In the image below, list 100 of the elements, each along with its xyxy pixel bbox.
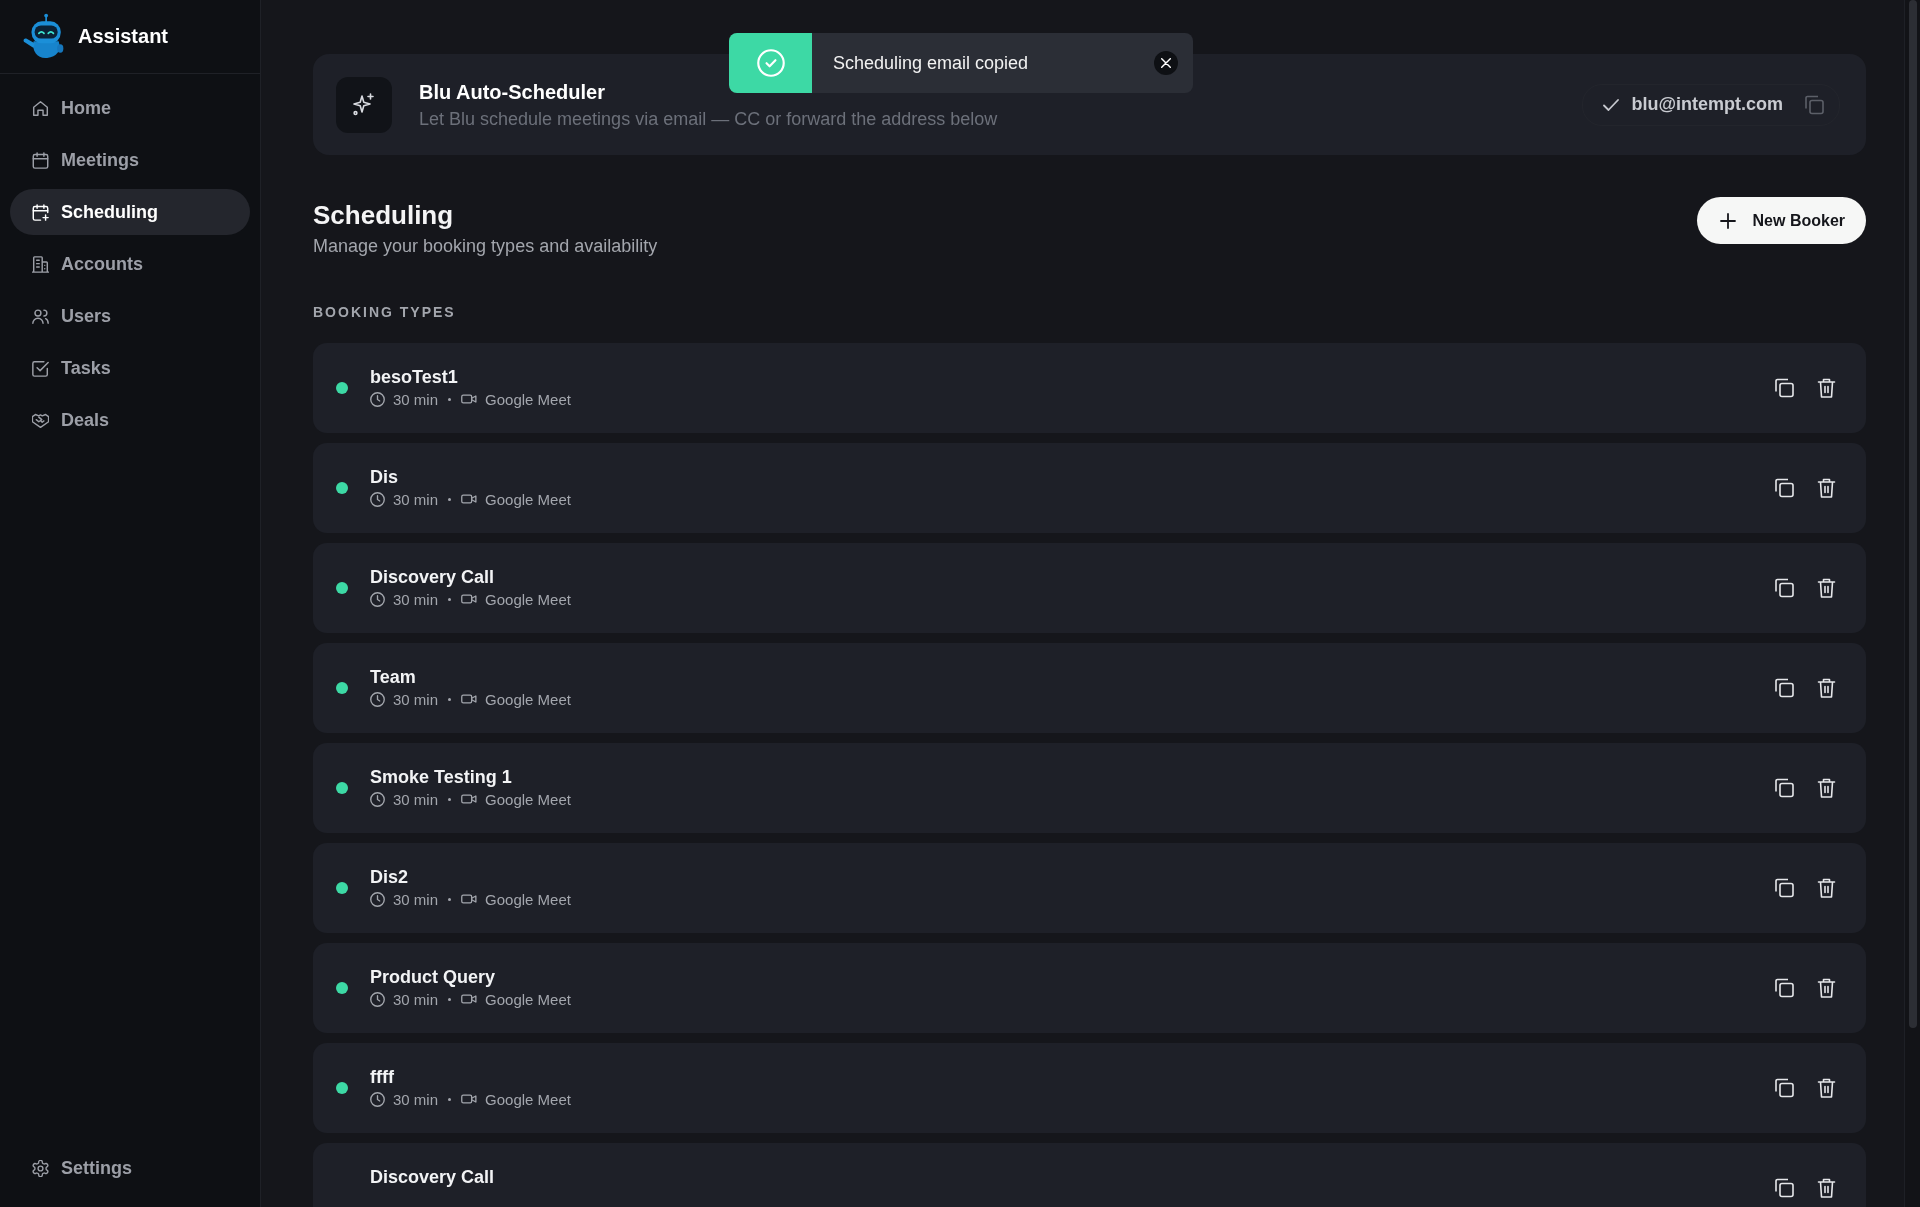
trash-icon (1816, 978, 1836, 998)
booking-type-row[interactable]: besoTest1 30 min Google Meet (313, 343, 1866, 433)
users-icon (32, 307, 49, 325)
video-camera-icon (461, 1094, 478, 1104)
booking-type-row[interactable]: Smoke Testing 1 30 min Google Meet (313, 743, 1866, 833)
page-subtitle: Manage your booking types and availability (313, 235, 658, 257)
brand-name: Assistant (78, 25, 169, 48)
booking-type-name: Smoke Testing 1 (370, 766, 512, 788)
separator-dot-icon (448, 997, 452, 1001)
calendar-icon (32, 151, 49, 169)
nav-item[interactable]: Scheduling (10, 189, 250, 235)
booking-type-row[interactable]: Product Query 30 min Google Meet (313, 943, 1866, 1033)
copy-icon (1774, 878, 1794, 898)
nav-item[interactable]: Meetings (10, 137, 250, 183)
video-camera-icon (461, 594, 478, 604)
video-camera-icon (461, 694, 478, 704)
meeting-platform: Google Meet (485, 590, 571, 608)
check-circle-icon (756, 49, 785, 77)
new-booker-button[interactable]: New Booker (1696, 197, 1866, 244)
copy-icon (1774, 1078, 1794, 1098)
copy-icon (1774, 678, 1794, 698)
separator-dot-icon (448, 397, 452, 401)
close-button[interactable] (1154, 51, 1178, 75)
booking-type-name: ffff (370, 1066, 394, 1088)
copy-icon (1774, 778, 1794, 798)
video-camera-icon (461, 894, 478, 904)
calendar-plus-icon (32, 203, 49, 221)
meeting-platform: Google Meet (485, 690, 571, 708)
clock-icon (370, 691, 385, 707)
meeting-platform: Google Meet (485, 1090, 571, 1108)
clock-icon (370, 591, 385, 607)
trash-icon (1816, 778, 1836, 798)
card-title: Blu Auto-Scheduler (419, 79, 606, 104)
meeting-platform: Google Meet (485, 890, 571, 908)
duration-text: 30 min (393, 990, 439, 1008)
duration-text: 30 min (393, 690, 439, 708)
building-icon (32, 255, 49, 273)
booking-type-row[interactable]: Discovery Call 30 min Google Meet (313, 543, 1866, 633)
booking-type-row[interactable]: Dis 30 min Google Meet (313, 443, 1866, 533)
copy-icon (1774, 1178, 1794, 1198)
duration-text: 30 min (393, 890, 439, 908)
duration-text: 30 min (393, 390, 439, 408)
email-address: blu@intempt.com (1631, 94, 1783, 115)
meeting-platform: Google Meet (485, 390, 571, 408)
booking-type-name: Dis2 (370, 866, 409, 888)
nav-item[interactable]: Deals (10, 397, 250, 443)
page-title: Scheduling (313, 199, 454, 231)
booking-type-name: Dis (370, 466, 398, 488)
meeting-platform: Google Meet (485, 790, 571, 808)
trash-icon (1816, 1178, 1836, 1198)
booking-type-name: Team (370, 666, 416, 688)
nav-item[interactable]: Home (10, 85, 250, 131)
booking-type-row[interactable]: Dis2 30 min Google Meet (313, 843, 1866, 933)
separator-dot-icon (448, 897, 452, 901)
copy-icon (1774, 378, 1794, 398)
duration-text: 30 min (393, 590, 439, 608)
separator-dot-icon (448, 697, 452, 701)
booking-type-name: Product Query (370, 966, 496, 988)
plus-icon (1719, 212, 1736, 229)
copy-icon (1774, 578, 1794, 598)
booking-type-row[interactable]: Team 30 min Google Meet (313, 643, 1866, 733)
booking-type-row[interactable]: ffff 30 min Google Meet (313, 1043, 1866, 1133)
duration-text: 30 min (393, 790, 439, 808)
scrollbar-thumb[interactable] (1908, 0, 1917, 1028)
trash-icon (1816, 1078, 1836, 1098)
clock-icon (370, 891, 385, 907)
video-camera-icon (461, 994, 478, 1004)
clock-icon (370, 1091, 385, 1107)
video-camera-icon (461, 394, 478, 404)
clock-icon (370, 391, 385, 407)
robot-icon (22, 13, 64, 60)
card-subtitle: Let Blu schedule meetings via email — CC or forward the address below (419, 107, 998, 130)
separator-dot-icon (448, 1097, 452, 1101)
close-icon (1161, 58, 1171, 68)
nav-item[interactable]: Accounts (10, 241, 250, 287)
duration-text: 30 min (393, 1090, 439, 1108)
handshake-icon (32, 411, 49, 429)
booking-type-name: Discovery Call (370, 566, 495, 588)
settings-icon (32, 1159, 49, 1177)
trash-icon (1816, 578, 1836, 598)
copy-icon (1774, 978, 1794, 998)
booking-type-name: Discovery Call (370, 1166, 495, 1188)
video-camera-icon (461, 494, 478, 504)
toast-message: Scheduling email copied (832, 52, 1029, 74)
booking-type-row[interactable]: Discovery Call (313, 1143, 1866, 1207)
clock-icon (370, 491, 385, 507)
copy-icon (1774, 478, 1794, 498)
check-square-icon (32, 359, 49, 377)
video-camera-icon (461, 794, 478, 804)
home-icon (32, 99, 49, 117)
separator-dot-icon (448, 597, 452, 601)
nav-item[interactable]: Tasks (10, 345, 250, 391)
sparkle-icon (336, 76, 392, 133)
clock-icon (370, 791, 385, 807)
trash-icon (1816, 878, 1836, 898)
trash-icon (1816, 478, 1836, 498)
nav-item[interactable]: Settings (10, 1145, 250, 1191)
duration-text: 30 min (393, 490, 439, 508)
nav-item[interactable]: Users (10, 293, 250, 339)
trash-icon (1816, 378, 1836, 398)
